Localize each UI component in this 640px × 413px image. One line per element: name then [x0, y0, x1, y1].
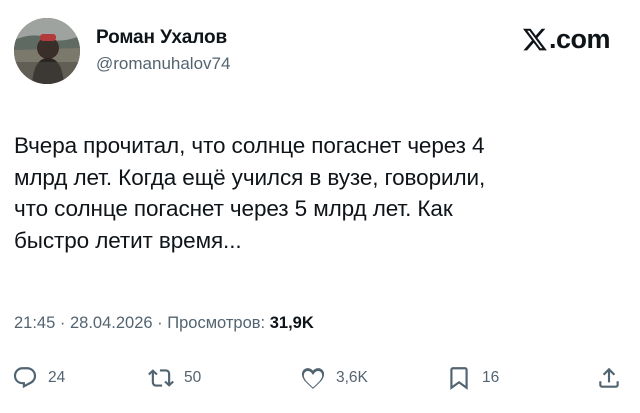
x-logo-icon — [522, 26, 548, 52]
bookmark-count: 16 — [482, 369, 500, 386]
tweet-date[interactable]: 28.04.2026 — [70, 314, 153, 332]
like-button[interactable]: 3,6K — [300, 360, 368, 396]
bookmark-icon — [450, 367, 468, 390]
repost-button[interactable]: 50 — [148, 360, 201, 396]
reply-button[interactable]: 24 — [12, 360, 65, 396]
repost-icon — [148, 369, 174, 387]
display-name[interactable]: Роман Ухалов — [96, 27, 227, 49]
repost-count: 50 — [184, 369, 202, 386]
user-handle[interactable]: @romanuhalov74 — [96, 54, 230, 74]
avatar-photo — [14, 18, 80, 84]
reply-icon — [13, 367, 37, 389]
meta-separator: · — [152, 314, 168, 332]
views-label: Просмотров: — [167, 314, 266, 332]
tweet-text-line: что солнце погаснет через 5 млрд лет. Ка… — [14, 196, 453, 221]
reply-count: 24 — [48, 369, 66, 386]
heart-icon — [301, 368, 325, 389]
tweet-text-line: быстро летит время... — [14, 227, 242, 253]
like-count: 3,6K — [336, 369, 368, 386]
tweet-card: Роман Ухалов @romanuhalov74 .com Вчера п… — [0, 0, 640, 413]
brand-logo: .com — [522, 23, 611, 54]
bookmark-button[interactable]: 16 — [446, 360, 499, 396]
tweet-time[interactable]: 21:45 — [14, 314, 55, 332]
action-bar: 24 50 3,6K 16 — [0, 360, 640, 396]
tweet-text: Вчера прочитал, что солнце погаснет чере… — [14, 130, 614, 256]
share-button[interactable] — [596, 360, 622, 396]
views-count[interactable]: 31,9K — [270, 314, 314, 332]
tweet-text-line: Вчера прочитал, что солнце погаснет чере… — [14, 133, 485, 158]
avatar[interactable] — [14, 18, 80, 84]
share-icon — [599, 367, 619, 388]
brand-domain: .com — [548, 23, 611, 54]
tweet-meta: 21:45 · 28.04.2026 · Просмотров: 31,9K — [14, 314, 314, 333]
meta-separator: · — [55, 314, 70, 332]
tweet-text-line: млрд лет. Когда ещё учился в вузе, говор… — [14, 164, 486, 190]
